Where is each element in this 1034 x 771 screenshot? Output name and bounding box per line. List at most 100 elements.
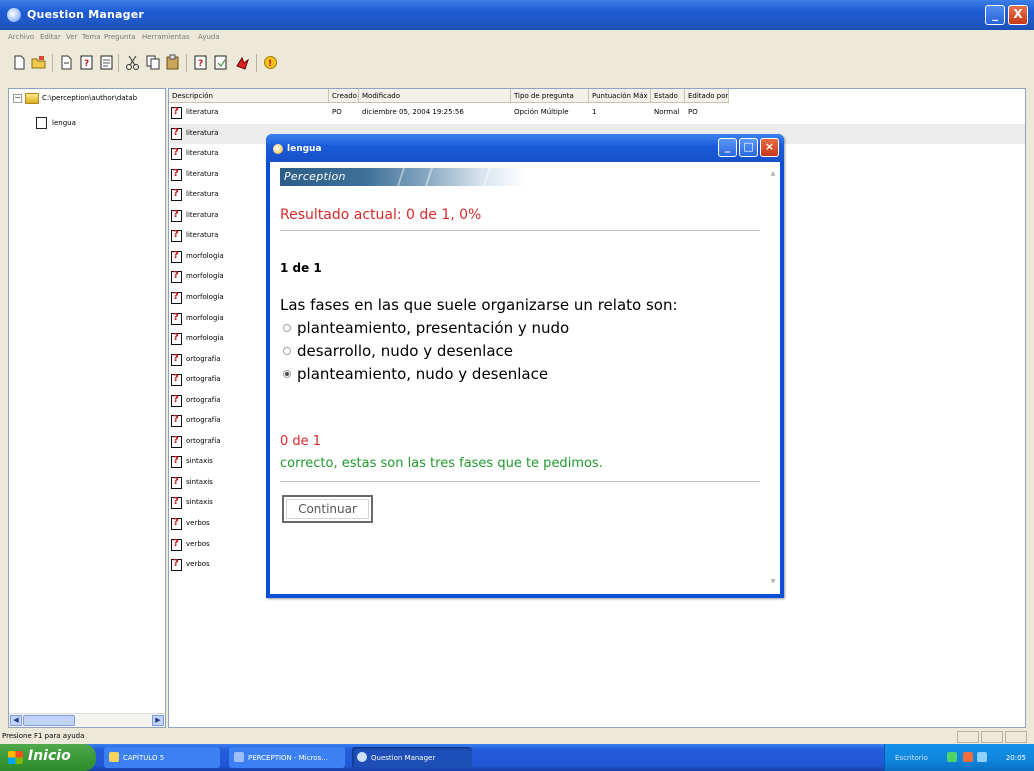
app-icon <box>7 8 21 22</box>
security-icon[interactable] <box>963 752 973 762</box>
open-icon[interactable] <box>30 54 47 71</box>
cell-description: verbos <box>186 519 210 527</box>
scroll-left-icon[interactable]: ◀ <box>10 715 22 726</box>
question-icon <box>171 476 182 489</box>
toolbar-separator <box>52 54 53 72</box>
status-panel <box>981 731 1003 743</box>
minimize-button[interactable]: _ <box>985 5 1005 25</box>
network-icon[interactable] <box>947 752 957 762</box>
scroll-right-icon[interactable]: ▶ <box>152 715 164 726</box>
scroll-down-icon[interactable]: ▼ <box>769 578 777 586</box>
window-title: Question Manager <box>27 8 145 21</box>
cell-description: literatura <box>186 169 219 178</box>
dialog-maximize-button[interactable]: □ <box>739 138 758 157</box>
menu-tema[interactable]: Tema <box>82 33 101 41</box>
system-tray: Escritorio 20:05 <box>884 744 1034 771</box>
menu-editar[interactable]: Editar <box>40 33 61 41</box>
question-icon <box>171 435 182 448</box>
volume-icon[interactable] <box>977 752 987 762</box>
cell-modified: diciembre 05, 2004 19:25:56 <box>362 108 464 116</box>
tray-desktop-label[interactable]: Escritorio <box>895 754 928 762</box>
cell-created-by: PO <box>332 108 342 116</box>
current-result: Resultado actual: 0 de 1, 0% <box>280 207 482 223</box>
scroll-up-icon[interactable]: ▲ <box>769 170 777 178</box>
continue-button[interactable]: Continuar <box>282 495 373 523</box>
save-icon[interactable] <box>98 54 115 71</box>
menu-pregunta[interactable]: Pregunta <box>104 33 135 41</box>
question-icon <box>171 538 182 551</box>
toolbar-separator <box>186 54 187 72</box>
dialog-vertical-scrollbar[interactable]: ▲ ▼ <box>766 162 780 594</box>
continue-label: Continuar <box>298 502 357 516</box>
question-icon <box>171 353 182 366</box>
question-icon <box>171 517 182 530</box>
tree-item-lengua[interactable]: lengua <box>52 119 76 127</box>
divider <box>280 481 760 482</box>
question-counter: 1 de 1 <box>280 261 322 275</box>
question-icon <box>171 209 182 222</box>
close-button[interactable]: X <box>1008 5 1028 25</box>
copy-icon[interactable] <box>144 54 161 71</box>
clock[interactable]: 20:05 <box>1006 754 1026 762</box>
cell-description: morfología <box>186 272 224 281</box>
window-titlebar[interactable]: Question Manager _ X <box>0 0 1034 30</box>
folder-tree: − C:\perception\author\datab lengua ◀ ▶ <box>8 88 166 728</box>
cut-icon[interactable] <box>124 54 141 71</box>
menu-herramientas[interactable]: Herramientas <box>142 33 190 41</box>
run-icon[interactable] <box>234 54 251 71</box>
column-header[interactable]: Puntuación Máx <box>589 89 651 103</box>
question-icon <box>171 229 182 243</box>
dialog-close-button[interactable]: × <box>760 138 779 157</box>
tree-collapse-toggle[interactable]: − <box>13 94 22 103</box>
paste-icon[interactable] <box>164 54 181 71</box>
taskbar-item-question-manager[interactable]: Question Manager <box>352 747 472 768</box>
column-header[interactable]: Tipo de pregunta <box>511 89 589 103</box>
cell-description: ortografía <box>186 375 221 384</box>
column-header[interactable]: Editado por <box>685 89 729 103</box>
status-bar: Presione F1 para ayuda <box>0 731 1034 743</box>
dialog-minimize-button[interactable]: _ <box>718 138 737 157</box>
question-row[interactable]: literatura PO diciembre 05, 2004 19:25:56 O… <box>169 103 1025 123</box>
start-button[interactable]: Inicio <box>0 744 96 771</box>
help-icon[interactable]: ! <box>262 54 279 71</box>
column-header[interactable]: Descripción <box>169 89 329 103</box>
question-icon <box>171 250 182 263</box>
status-panel <box>1005 731 1027 743</box>
menu-ver[interactable]: Ver <box>66 33 77 41</box>
export-icon[interactable] <box>212 54 229 71</box>
horizontal-scrollbar[interactable]: ◀ ▶ <box>9 713 165 727</box>
dialog-titlebar[interactable]: lengua _ □ × <box>266 134 784 162</box>
taskbar-item-perception[interactable]: PERCEPTION - Micros... <box>229 747 345 768</box>
column-header[interactable]: Estado <box>651 89 685 103</box>
radio-button-selected[interactable] <box>283 370 291 378</box>
cell-description: ortografía <box>186 354 221 363</box>
windows-flag-icon <box>8 751 23 764</box>
window-icon <box>234 752 244 762</box>
cell-edited-by: PO <box>688 108 698 116</box>
taskbar-item-capitulo[interactable]: CAPÍTULO 5 <box>104 747 220 768</box>
cell-description: literatura <box>186 108 219 116</box>
svg-text:?: ? <box>84 59 89 69</box>
radio-button[interactable] <box>283 324 291 332</box>
cell-description: sintaxis <box>186 498 213 507</box>
answer-feedback: correcto, estas son las tres fases que t… <box>280 456 603 471</box>
import-icon[interactable]: ? <box>192 54 209 71</box>
question-icon <box>171 558 182 572</box>
question-icon <box>171 270 182 284</box>
question-manager-app: Question Manager _ X Archivo Editar Ver … <box>0 0 1034 771</box>
cell-description: sintaxis <box>186 477 213 486</box>
taskbar-item-label: Question Manager <box>371 754 436 762</box>
question-score: 0 de 1 <box>280 434 322 449</box>
cell-status: Normal <box>654 108 680 116</box>
new-folder-icon[interactable] <box>58 54 75 71</box>
menu-archivo[interactable]: Archivo <box>8 33 34 41</box>
scroll-thumb[interactable] <box>23 715 75 726</box>
tree-root-label[interactable]: C:\perception\author\datab <box>42 94 137 102</box>
perception-banner: Perception <box>280 168 526 186</box>
radio-button[interactable] <box>283 347 291 355</box>
new-icon[interactable] <box>11 54 28 71</box>
column-header[interactable]: Creado por <box>329 89 359 103</box>
properties-icon[interactable]: ? <box>78 54 95 71</box>
column-header[interactable]: Modificado <box>359 89 511 103</box>
menu-ayuda[interactable]: Ayuda <box>198 33 220 41</box>
